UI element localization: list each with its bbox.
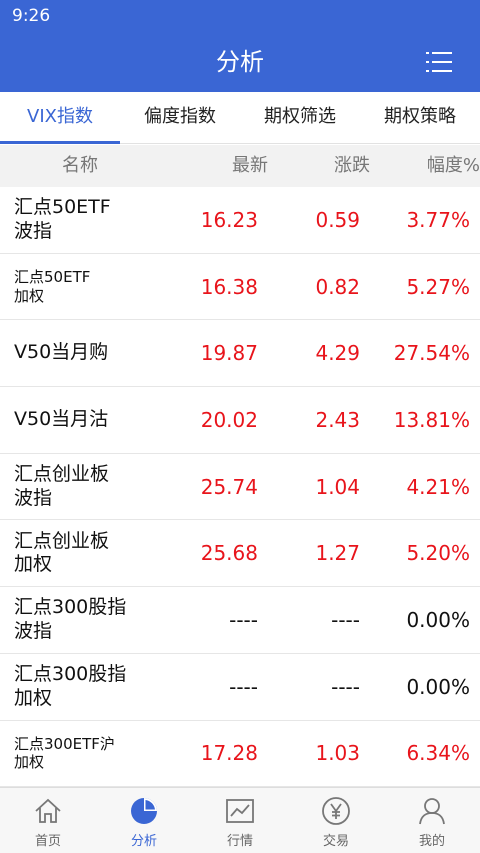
row-latest: 19.87	[200, 341, 258, 366]
nav-trade[interactable]: 交易	[288, 788, 384, 853]
header-pct[interactable]: 幅度%	[370, 145, 480, 187]
row-name-line2: 波指	[14, 486, 53, 509]
table-row[interactable]: 汇点创业板 波指 25.74 1.04 4.21%	[0, 453, 480, 521]
status-bar: 9:26	[0, 0, 480, 32]
row-name-line1: 汇点300股指	[14, 662, 127, 685]
home-icon	[35, 798, 61, 823]
row-name-line1: V50当月沽	[14, 408, 109, 431]
table-row[interactable]: 汇点300ETF沪 加权 17.28 1.03 6.34%	[0, 720, 480, 788]
row-pct: 3.77%	[406, 207, 470, 232]
row-pct: 0.00%	[406, 674, 470, 699]
table-row[interactable]: 汇点300股指 波指 ---- ---- 0.00%	[0, 587, 480, 654]
tab-bar: VIX指数 偏度指数 期权筛选 期权策略	[0, 92, 480, 144]
bottom-nav: 首页 分析 行情 交易 我的	[0, 787, 480, 853]
table-row[interactable]: V50当月沽 20.02 2.43 13.81%	[0, 387, 480, 454]
row-pct: 5.27%	[406, 274, 470, 299]
nav-trade-label: 交易	[322, 834, 349, 849]
table-row[interactable]: 汇点50ETF 加权 16.38 0.82 5.27%	[0, 253, 480, 321]
nav-mine[interactable]: 我的	[384, 788, 480, 853]
nav-home-label: 首页	[34, 834, 61, 849]
row-name-line1: 汇点创业板	[14, 462, 110, 485]
row-name: V50当月沽	[0, 408, 195, 432]
table-row[interactable]: 汇点创业板 加权 25.68 1.27 5.20%	[0, 520, 480, 588]
row-change: 1.04	[315, 474, 360, 499]
row-change: 2.43	[315, 407, 360, 432]
row-name-line2: 波指	[14, 619, 53, 642]
header-name[interactable]: 名称	[0, 145, 160, 187]
row-change: 4.29	[315, 341, 360, 366]
row-name: 汇点50ETF 波指	[0, 196, 195, 244]
row-latest: ----	[229, 607, 258, 632]
row-change: 1.27	[315, 541, 360, 566]
page-title: 分析	[216, 48, 264, 76]
pie-chart-icon	[131, 798, 157, 824]
nav-market-label: 行情	[226, 834, 253, 849]
row-pct: 4.21%	[406, 474, 470, 499]
row-name: 汇点创业板 加权	[0, 530, 195, 578]
row-name: 汇点创业板 波指	[0, 463, 195, 511]
row-change: 1.03	[315, 741, 360, 766]
row-pct: 0.00%	[406, 607, 470, 632]
table-row[interactable]: V50当月购 19.87 4.29 27.54%	[0, 320, 480, 388]
row-latest: 16.38	[200, 274, 258, 299]
row-latest: 17.28	[200, 741, 258, 766]
row-latest: 25.74	[200, 474, 258, 499]
row-name-line2: 加权	[14, 286, 45, 305]
row-pct: 6.34%	[406, 741, 470, 766]
row-name: 汇点300ETF沪 加权	[0, 735, 195, 773]
row-latest: ----	[229, 674, 258, 699]
nav-mine-label: 我的	[418, 834, 445, 849]
tab-skew-index[interactable]: 偏度指数	[120, 92, 240, 144]
row-name-line2: 波指	[14, 219, 53, 242]
header-latest[interactable]: 最新	[160, 145, 268, 187]
table-header: 名称 最新 涨跌 幅度%	[0, 145, 480, 187]
row-name-line1: 汇点创业板	[14, 529, 110, 552]
row-change: ----	[331, 674, 360, 699]
line-chart-icon	[226, 799, 254, 823]
row-name-line1: 汇点50ETF	[14, 196, 111, 219]
row-change: 0.59	[315, 207, 360, 232]
row-change: 0.82	[315, 274, 360, 299]
row-name: V50当月购	[0, 341, 195, 365]
row-name-line1: 汇点50ETF	[14, 267, 91, 286]
row-name-line2: 加权	[14, 686, 53, 709]
title-bar: 分析	[0, 32, 480, 92]
tab-vix-index[interactable]: VIX指数	[0, 92, 120, 144]
row-name-line1: 汇点300ETF沪	[14, 734, 115, 753]
row-name: 汇点50ETF 加权	[0, 268, 195, 306]
header-change[interactable]: 涨跌	[268, 145, 370, 187]
nav-market[interactable]: 行情	[192, 788, 288, 853]
row-pct: 13.81%	[393, 407, 470, 432]
row-name: 汇点300股指 波指	[0, 596, 195, 644]
row-name-line2: 加权	[14, 553, 53, 576]
row-latest: 25.68	[200, 541, 258, 566]
row-pct: 5.20%	[406, 541, 470, 566]
row-latest: 16.23	[200, 207, 258, 232]
row-name-line2: 加权	[14, 753, 45, 772]
row-pct: 27.54%	[393, 341, 470, 366]
row-latest: 20.02	[200, 407, 258, 432]
row-change: ----	[331, 607, 360, 632]
status-time: 9:26	[12, 6, 51, 26]
row-name: 汇点300股指 加权	[0, 663, 195, 711]
nav-analysis[interactable]: 分析	[96, 788, 192, 853]
row-name-line1: V50当月购	[14, 341, 109, 364]
menu-icon[interactable]	[426, 50, 452, 74]
table-row[interactable]: 汇点50ETF 波指 16.23 0.59 3.77%	[0, 187, 480, 254]
tab-option-filter[interactable]: 期权筛选	[240, 92, 360, 144]
row-name-line1: 汇点300股指	[14, 596, 127, 619]
tab-option-strategy[interactable]: 期权策略	[360, 92, 480, 144]
table-row[interactable]: 汇点300股指 加权 ---- ---- 0.00%	[0, 653, 480, 721]
quote-list: 汇点50ETF 波指 16.23 0.59 3.77% 汇点50ETF 加权 16.38 0.8…	[0, 187, 480, 788]
nav-analysis-label: 分析	[130, 834, 157, 849]
yen-icon	[322, 797, 350, 825]
user-icon	[419, 798, 445, 825]
nav-home[interactable]: 首页	[0, 788, 96, 853]
